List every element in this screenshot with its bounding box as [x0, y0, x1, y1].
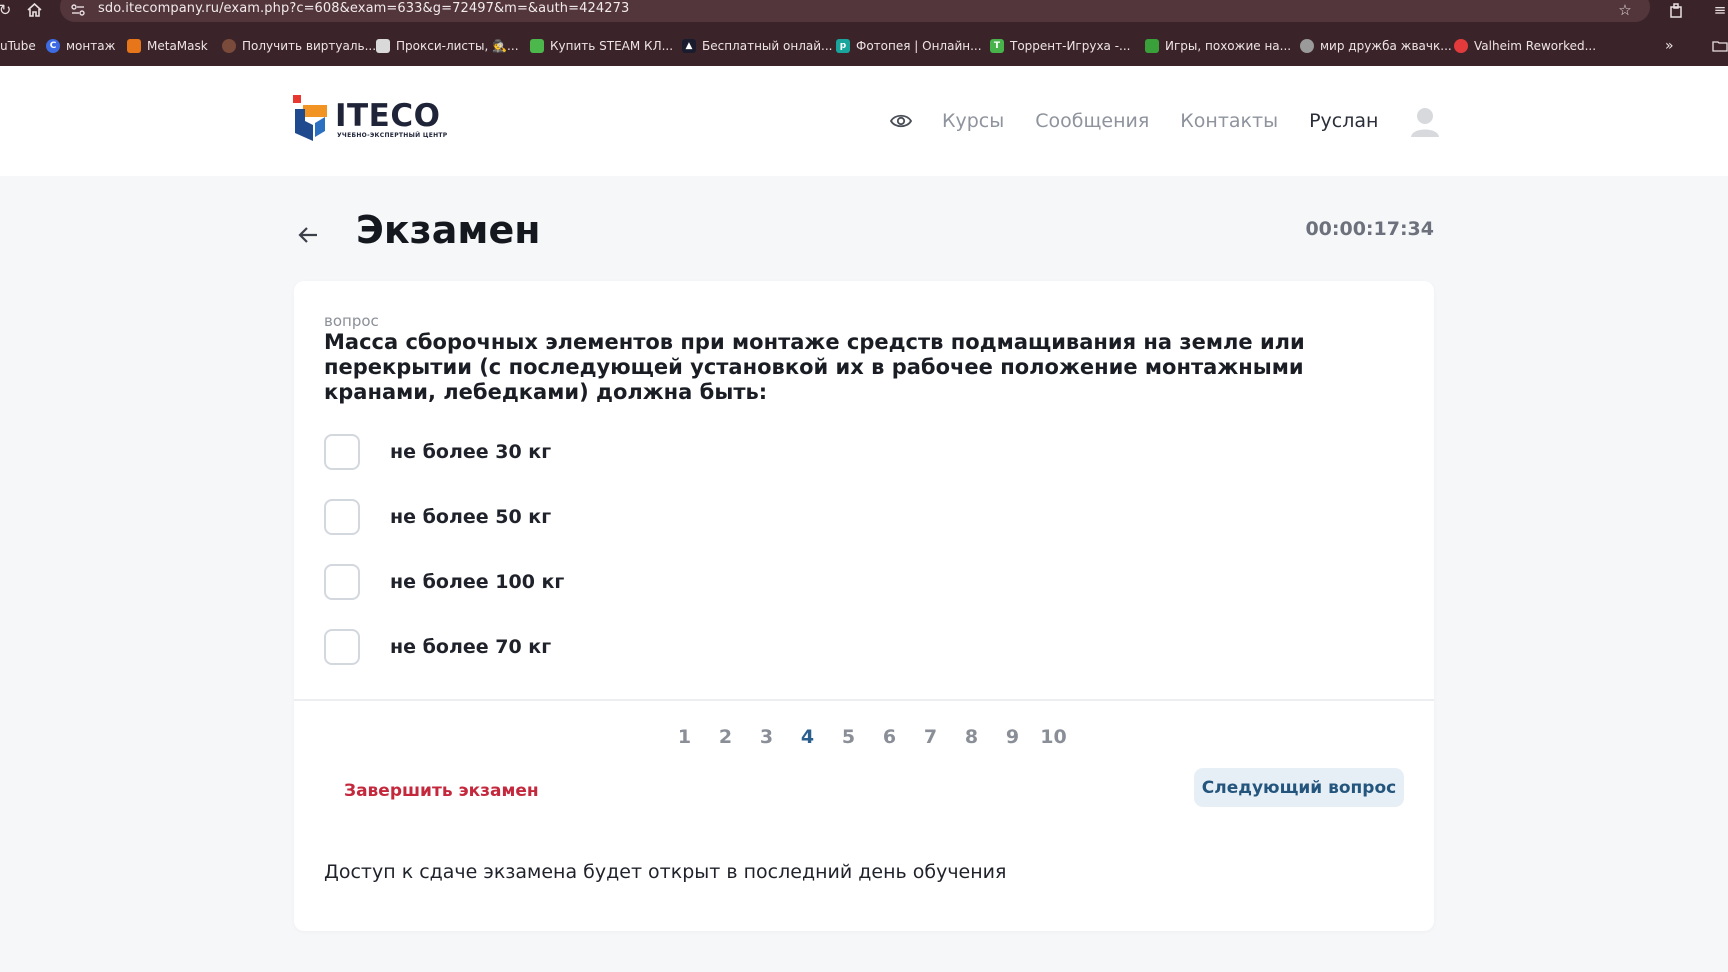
bookmark-label: uTube [0, 39, 36, 53]
bookmark-label: монтаж [66, 39, 116, 53]
bookmark-favicon-icon: T [990, 39, 1004, 53]
title-row: Экзамен 00:00:17:34 [294, 206, 1434, 266]
nav-courses[interactable]: Курсы [942, 110, 1004, 132]
bookmark-item[interactable]: Купить STEAM КЛ... [530, 34, 673, 58]
question-pager: 1 2 3 4 5 6 7 8 9 10 [664, 726, 1074, 754]
divider [294, 699, 1434, 701]
bookmark-label: Торрент-Игруха -... [1010, 39, 1131, 53]
answer-option[interactable]: не более 30 кг [324, 434, 551, 470]
more-bookmarks-icon[interactable]: » [1665, 34, 1674, 58]
bookmark-favicon-icon [222, 39, 236, 53]
exam-timer: 00:00:17:34 [1305, 218, 1434, 240]
answer-label[interactable]: не более 70 кг [390, 636, 551, 658]
user-avatar-icon [1411, 108, 1440, 137]
question-card: вопрос Масса сборочных элементов при мон… [294, 281, 1434, 931]
page-4-current[interactable]: 4 [787, 726, 828, 754]
bookmark-item[interactable]: T Торрент-Игруха -... [990, 34, 1131, 58]
page-2[interactable]: 2 [705, 726, 746, 754]
bookmark-favicon-icon [1454, 39, 1468, 53]
page-3[interactable]: 3 [746, 726, 787, 754]
bookmark-label: Получить виртуаль... [242, 39, 377, 53]
page-1[interactable]: 1 [664, 726, 705, 754]
user-name[interactable]: Руслан [1309, 110, 1378, 132]
answer-label[interactable]: не более 50 кг [390, 506, 551, 528]
logo-mark-icon [293, 95, 327, 141]
bookmark-label: мир дружба жвачк... [1320, 39, 1452, 53]
bookmark-item[interactable]: Получить виртуаль... [222, 34, 376, 58]
nav-messages[interactable]: Сообщения [1035, 110, 1149, 132]
bookmark-label: Прокси-листы, 🕵... [396, 39, 519, 53]
site-settings-icon[interactable] [70, 0, 86, 20]
logo-text: ITECO [335, 98, 441, 134]
back-arrow-icon[interactable] [298, 220, 318, 250]
bookmark-item[interactable]: MetaMask [127, 34, 208, 58]
page-10[interactable]: 10 [1033, 726, 1074, 754]
bookmark-item[interactable]: Valheim Reworked... [1454, 34, 1596, 58]
answer-option[interactable]: не более 70 кг [324, 629, 551, 665]
metamask-fox-icon [127, 39, 141, 53]
page-7[interactable]: 7 [910, 726, 951, 754]
bookmark-favicon-icon: ▲ [682, 39, 696, 53]
bookmark-favicon-icon [1145, 39, 1159, 53]
page-5[interactable]: 5 [828, 726, 869, 754]
iteco-logo[interactable]: ITECO УЧЕБНО-ЭКСПЕРТНЫЙ ЦЕНТР [293, 95, 453, 143]
shield-icon [376, 39, 390, 53]
main-nav: Курсы Сообщения Контакты Руслан [890, 105, 1441, 137]
bookmark-favicon-icon [530, 39, 544, 53]
answer-checkbox[interactable] [324, 564, 360, 600]
bookmarks-bar: uTube C монтаж MetaMask Получить виртуал… [0, 34, 1728, 58]
logo-subtext: УЧЕБНО-ЭКСПЕРТНЫЙ ЦЕНТР [337, 132, 448, 139]
bookmark-label: Купить STEAM КЛ... [550, 39, 674, 53]
finish-exam-button[interactable]: Завершить экзамен [344, 781, 539, 801]
url-text[interactable]: sdo.itecompany.ru/exam.php?c=608&exam=63… [98, 1, 629, 16]
next-question-button[interactable]: Следующий вопрос [1194, 768, 1404, 807]
bookmark-item[interactable]: C монтаж [46, 34, 115, 58]
page-8[interactable]: 8 [951, 726, 992, 754]
address-bar-row: ↻ sdo.itecompany.ru/exam.php?c=608&exam=… [0, 0, 1728, 22]
browser-chrome: ↻ sdo.itecompany.ru/exam.php?c=608&exam=… [0, 0, 1728, 66]
bookmark-label: Valheim Reworked... [1474, 39, 1597, 53]
bookmark-label: Фотопея | Онлайн... [856, 39, 982, 53]
bookmark-item[interactable]: ▲ Бесплатный онлай... [682, 34, 832, 58]
globe-icon [1300, 39, 1314, 53]
bookmark-label: Игры, похожие на... [1165, 39, 1292, 53]
bookmark-favicon-icon: C [46, 39, 60, 53]
photopea-icon: p [836, 39, 850, 53]
home-icon[interactable] [24, 0, 44, 20]
site-header: ITECO УЧЕБНО-ЭКСПЕРТНЫЙ ЦЕНТР Курсы Сооб… [0, 66, 1728, 176]
page-title: Экзамен [356, 208, 541, 252]
answer-checkbox[interactable] [324, 629, 360, 665]
nav-contacts[interactable]: Контакты [1180, 110, 1278, 132]
bookmark-item[interactable]: Игры, похожие на... [1145, 34, 1291, 58]
bookmark-label: Бесплатный онлай... [702, 39, 833, 53]
access-note: Доступ к сдаче экзамена будет открыт в п… [324, 861, 1007, 883]
bookmark-item[interactable]: Прокси-листы, 🕵... [376, 34, 519, 58]
question-label: вопрос [324, 312, 379, 330]
answer-option[interactable]: не более 50 кг [324, 499, 551, 535]
answer-option[interactable]: не более 100 кг [324, 564, 564, 600]
extensions-icon[interactable] [1666, 0, 1686, 20]
bookmark-item[interactable]: мир дружба жвачк... [1300, 34, 1452, 58]
eye-icon[interactable] [890, 113, 912, 129]
answer-label[interactable]: не более 30 кг [390, 441, 551, 463]
page-6[interactable]: 6 [869, 726, 910, 754]
page-9[interactable]: 9 [992, 726, 1033, 754]
answer-checkbox[interactable] [324, 434, 360, 470]
answer-label[interactable]: не более 100 кг [390, 571, 564, 593]
answer-checkbox[interactable] [324, 499, 360, 535]
bookmark-label: MetaMask [147, 39, 208, 53]
question-text: Масса сборочных элементов при монтаже ср… [324, 330, 1305, 404]
bookmark-item[interactable]: p Фотопея | Онлайн... [836, 34, 982, 58]
reload-icon[interactable]: ↻ [0, 0, 11, 20]
menu-icon[interactable]: ≡ [1712, 0, 1728, 20]
folder-icon[interactable] [1712, 34, 1728, 58]
bookmark-item[interactable]: uTube [0, 34, 36, 58]
avatar[interactable] [1409, 105, 1441, 137]
page: ITECO УЧЕБНО-ЭКСПЕРТНЫЙ ЦЕНТР Курсы Сооб… [0, 66, 1728, 972]
bookmark-star-icon[interactable]: ☆ [1615, 0, 1635, 20]
